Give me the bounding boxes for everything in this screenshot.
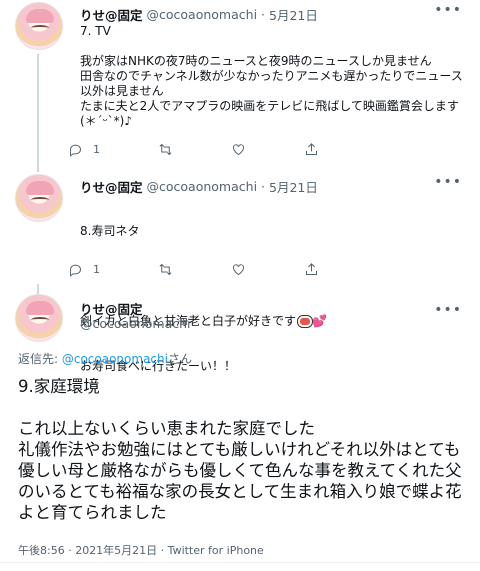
reply-to-mention[interactable]: @cocoaonomachi (62, 352, 168, 366)
share-button[interactable] (304, 142, 319, 157)
reply-button[interactable]: 1 (68, 142, 100, 157)
divider (0, 562, 480, 563)
like-button[interactable] (231, 142, 246, 157)
tweet-1[interactable]: りせ@固定 @cocoaonomachi · 5月21日 ••• 7. TV 我… (0, 0, 480, 166)
heart-icon (233, 264, 244, 276)
like-button[interactable] (231, 262, 246, 277)
avatar[interactable] (15, 294, 63, 342)
separator: · (261, 7, 266, 22)
timestamp[interactable]: 5月21日 (269, 5, 318, 24)
display-name[interactable]: りせ@固定 (80, 5, 143, 24)
reply-to-suffix: さん (167, 352, 192, 366)
more-icon[interactable]: ••• (434, 2, 462, 18)
handle[interactable]: @cocoaonomachi (147, 7, 258, 22)
reply-button[interactable]: 1 (68, 262, 100, 277)
tweet-2[interactable]: りせ@固定 @cocoaonomachi · 5月21日 ••• 8.寿司ネタ … (0, 166, 480, 373)
reply-to: 返信先: @cocoaonomachiさん (18, 350, 192, 367)
tweet-header: りせ@固定 @cocoaonomachi · 5月21日 (80, 5, 318, 24)
reply-icon (69, 264, 82, 277)
thread-line (37, 54, 39, 166)
reply-count: 1 (93, 143, 100, 156)
tweet-text-line: 8.寿司ネタ (80, 224, 140, 238)
action-bar: 1 (68, 262, 377, 277)
tweet-text: 7. TV 我が家はNHKの夜7時のニュースと夜9時のニュースしか見ません 田舎… (80, 24, 463, 128)
avatar[interactable] (15, 174, 63, 222)
reply-icon (69, 144, 82, 157)
reply-count: 1 (93, 263, 100, 276)
retweet-button[interactable] (158, 142, 173, 157)
heart-icon (233, 144, 244, 156)
share-icon (306, 263, 317, 275)
more-icon[interactable]: ••• (434, 174, 462, 190)
share-button[interactable] (304, 262, 319, 277)
retweet-icon (159, 263, 172, 276)
retweet-icon (159, 143, 172, 156)
tweet-meta[interactable]: 午後8:56 · 2021年5月21日 · Twitter for iPhone (18, 542, 264, 558)
separator: · (261, 179, 266, 194)
thread-line-top (37, 166, 39, 172)
more-icon[interactable]: ••• (434, 302, 462, 318)
main-tweet-text: 9.家庭環境 これ以上ないくらい恵まれた家庭でした 礼儀作法やお勉強にはとても厳… (18, 377, 462, 522)
share-icon (306, 143, 317, 155)
thread-line-top (37, 284, 39, 294)
retweet-button[interactable] (158, 262, 173, 277)
avatar[interactable] (15, 2, 63, 50)
action-bar: 1 (68, 142, 377, 157)
handle[interactable]: @cocoaonomachi (147, 179, 258, 194)
handle[interactable]: @cocoaonomachi (80, 316, 191, 331)
reply-to-label: 返信先: (18, 352, 62, 366)
main-tweet: りせ@固定 @cocoaonomachi ••• 返信先: @cocoaonom… (0, 284, 480, 571)
tweet-handle-row: @cocoaonomachi (80, 316, 191, 331)
